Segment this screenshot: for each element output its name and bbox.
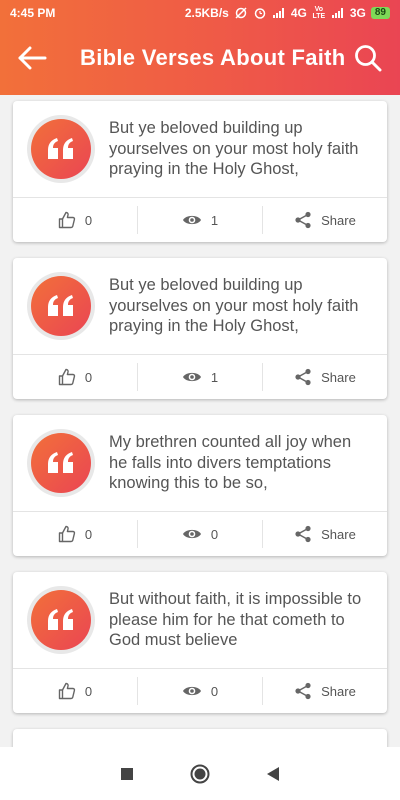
quote-icon xyxy=(48,452,73,473)
verse-list[interactable]: But ye beloved building up yourselves on… xyxy=(0,95,400,747)
view-count: 1 xyxy=(210,212,219,228)
arrow-left-icon xyxy=(18,46,47,69)
like-count: 0 xyxy=(84,369,93,385)
signal-icon xyxy=(272,8,284,18)
top-bar: 4:45 PM 2.5KB/s 4G Vo LTE 3G 89 Bible Ve… xyxy=(0,0,400,95)
share-label: Share xyxy=(321,212,356,228)
like-count: 0 xyxy=(84,683,93,699)
system-back-button[interactable] xyxy=(258,759,288,789)
eye-icon xyxy=(182,529,201,539)
verse-content[interactable]: But ye beloved building up yourselves on… xyxy=(13,101,387,197)
eye-icon xyxy=(182,372,201,382)
view-count: 0 xyxy=(210,683,219,699)
eye-icon xyxy=(182,215,201,225)
like-button[interactable]: 0 xyxy=(13,520,137,548)
verse-card-partial[interactable] xyxy=(13,729,387,747)
battery-level: 89 xyxy=(374,7,386,18)
thumbs-up-icon xyxy=(58,682,76,700)
search-button[interactable] xyxy=(350,40,386,76)
share-icon xyxy=(295,211,311,229)
share-button[interactable]: Share xyxy=(262,206,387,234)
data-saver-icon xyxy=(235,7,247,19)
quote-icon xyxy=(48,609,73,630)
share-button[interactable]: Share xyxy=(262,677,387,705)
share-button[interactable]: Share xyxy=(262,363,387,391)
signal-icon-2 xyxy=(331,8,343,18)
triangle-back-icon xyxy=(267,766,280,781)
network-type-1: 4G xyxy=(290,6,307,20)
home-button[interactable] xyxy=(185,759,215,789)
verse-text: But without faith, it is impossible to p… xyxy=(109,590,362,650)
verse-content[interactable]: But without faith, it is impossible to p… xyxy=(13,572,387,668)
like-button[interactable]: 0 xyxy=(13,363,137,391)
volte-tag: Vo LTE xyxy=(312,6,326,20)
quote-badge xyxy=(27,272,95,340)
views-indicator: 1 xyxy=(137,206,262,234)
verse-actions: 0 1 Share xyxy=(13,197,387,242)
recent-apps-button[interactable] xyxy=(112,759,142,789)
share-icon xyxy=(295,525,311,543)
network-type-2: 3G xyxy=(349,6,366,20)
status-time: 4:45 PM xyxy=(10,6,56,20)
system-nav-bar xyxy=(0,747,400,800)
like-button[interactable]: 0 xyxy=(13,206,137,234)
verse-card[interactable]: My brethren counted all joy when he fall… xyxy=(13,415,387,556)
views-indicator: 0 xyxy=(137,677,262,705)
quote-badge xyxy=(27,115,95,183)
verse-card[interactable]: But without faith, it is impossible to p… xyxy=(13,572,387,713)
quote-badge xyxy=(27,586,95,654)
quote-icon xyxy=(48,138,73,159)
verse-card[interactable]: But ye beloved building up yourselves on… xyxy=(13,101,387,242)
thumbs-up-icon xyxy=(58,368,76,386)
verse-text: But ye beloved building up yourselves on… xyxy=(109,276,359,336)
verse-actions: 0 0 Share xyxy=(13,668,387,713)
eye-icon xyxy=(182,686,201,696)
share-label: Share xyxy=(321,683,356,699)
back-button[interactable] xyxy=(14,40,50,76)
share-button[interactable]: Share xyxy=(262,520,387,548)
views-indicator: 0 xyxy=(137,520,262,548)
square-icon xyxy=(120,767,133,780)
like-count: 0 xyxy=(84,212,93,228)
verse-card[interactable]: But ye beloved building up yourselves on… xyxy=(13,258,387,399)
share-icon xyxy=(295,682,311,700)
status-indicators: 2.5KB/s 4G Vo LTE 3G 89 xyxy=(185,6,390,20)
view-count: 1 xyxy=(210,369,219,385)
network-speed: 2.5KB/s xyxy=(184,6,229,20)
verse-text: My brethren counted all joy when he fall… xyxy=(109,433,352,493)
verse-actions: 0 1 Share xyxy=(13,354,387,399)
quote-icon xyxy=(48,295,73,316)
verse-content[interactable]: But ye beloved building up yourselves on… xyxy=(13,258,387,354)
views-indicator: 1 xyxy=(137,363,262,391)
status-bar: 4:45 PM 2.5KB/s 4G Vo LTE 3G 89 xyxy=(0,0,400,26)
share-label: Share xyxy=(321,526,356,542)
battery-icon: 89 xyxy=(370,7,390,19)
quote-badge xyxy=(27,429,95,497)
verse-actions: 0 0 Share xyxy=(13,511,387,556)
page-title: Bible Verses About Faith xyxy=(80,44,346,70)
app-bar: Bible Verses About Faith xyxy=(0,26,400,95)
search-icon xyxy=(355,44,382,71)
thumbs-up-icon xyxy=(58,211,76,229)
like-button[interactable]: 0 xyxy=(13,677,137,705)
alarm-icon xyxy=(254,8,266,19)
view-count: 0 xyxy=(210,526,219,542)
verse-text: But ye beloved building up yourselves on… xyxy=(109,119,359,179)
like-count: 0 xyxy=(84,526,93,542)
share-icon xyxy=(295,368,311,386)
share-label: Share xyxy=(321,369,356,385)
circle-icon xyxy=(190,764,210,783)
thumbs-up-icon xyxy=(58,525,76,543)
verse-content[interactable]: My brethren counted all joy when he fall… xyxy=(13,415,387,511)
